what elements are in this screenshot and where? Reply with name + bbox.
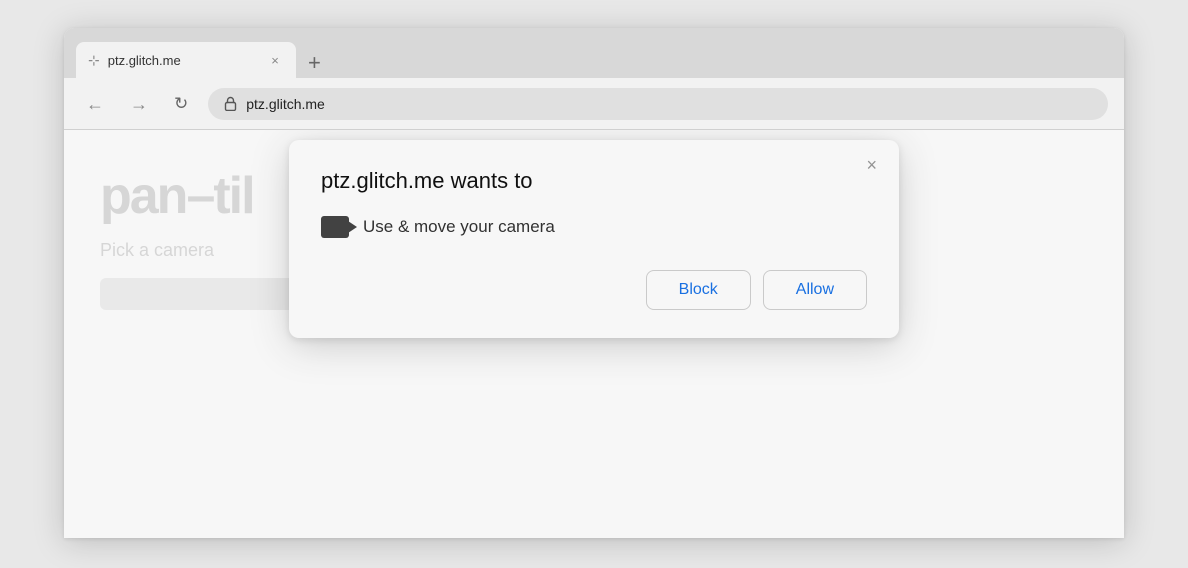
allow-button[interactable]: Allow: [763, 270, 867, 310]
dialog-title: ptz.glitch.me wants to: [321, 168, 867, 194]
reload-button[interactable]: ↻: [168, 91, 194, 116]
permission-dialog: × ptz.glitch.me wants to Use & move your…: [289, 140, 899, 338]
tab-close-button[interactable]: ×: [266, 51, 284, 69]
new-tab-button[interactable]: +: [304, 52, 325, 74]
address-bar: ← → ↻ ptz.glitch.me: [64, 78, 1124, 130]
dialog-actions: Block Allow: [321, 270, 867, 310]
url-bar[interactable]: ptz.glitch.me: [208, 88, 1108, 120]
page-bg-input: [100, 278, 300, 310]
url-text: ptz.glitch.me: [246, 96, 325, 112]
tab-drag-icon: ⊹: [88, 52, 100, 69]
page-content: pan–til Pick a camera × ptz.glitch.me wa…: [64, 130, 1124, 538]
back-button[interactable]: ←: [80, 91, 110, 117]
forward-button[interactable]: →: [124, 91, 154, 117]
page-bg-title: pan–til: [100, 166, 254, 226]
permission-description: Use & move your camera: [363, 217, 555, 237]
browser-window: ⊹ ptz.glitch.me × + ← → ↻ ptz.glitch.me …: [64, 28, 1124, 538]
dialog-close-button[interactable]: ×: [860, 154, 883, 176]
block-button[interactable]: Block: [646, 270, 751, 310]
tab-bar: ⊹ ptz.glitch.me × +: [64, 28, 1124, 78]
tab-title: ptz.glitch.me: [108, 53, 258, 68]
permission-row: Use & move your camera: [321, 216, 867, 238]
camera-icon: [321, 216, 349, 238]
page-bg-subtitle: Pick a camera: [100, 240, 214, 261]
lock-icon: [222, 96, 238, 112]
active-tab[interactable]: ⊹ ptz.glitch.me ×: [76, 42, 296, 78]
